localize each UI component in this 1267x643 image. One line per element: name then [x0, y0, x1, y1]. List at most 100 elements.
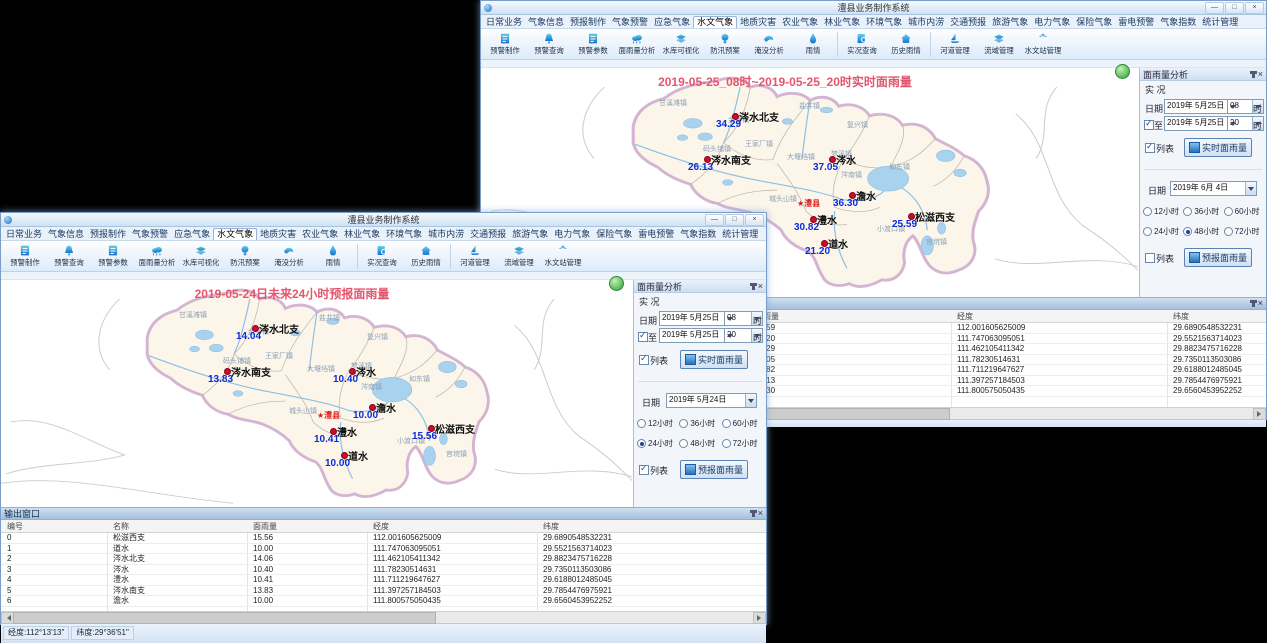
toolbar-button-雨情[interactable]: 雨情: [791, 32, 835, 56]
table-row[interactable]: 3涔水10.40111.7823051463129.7350113503086: [1, 565, 766, 576]
menu-tab-保险气象[interactable]: 保险气象: [593, 229, 635, 240]
menu-tab-统计管理[interactable]: 统计管理: [1199, 17, 1241, 28]
toolbar-button-防汛预案[interactable]: 防汛预案: [703, 32, 747, 56]
duration-radio-60小时[interactable]: 60小时: [1224, 206, 1264, 217]
menu-tab-环境气象[interactable]: 环境气象: [383, 229, 425, 240]
toolbar-button-预警参数[interactable]: 预警参数: [91, 244, 135, 268]
toolbar-button-预警查询[interactable]: 预警查询: [527, 32, 571, 56]
scroll-right-arrow[interactable]: [753, 612, 766, 624]
pin-icon[interactable]: [752, 283, 755, 290]
toolbar-button-河道管理[interactable]: 河道管理: [453, 244, 497, 268]
table-row[interactable]: 6澹水10.00111.80057505043529.6560453952252: [1, 596, 766, 607]
list-checkbox-live[interactable]: [1145, 143, 1155, 153]
minimize-button[interactable]: —: [705, 214, 724, 226]
to-checkbox[interactable]: [1144, 120, 1154, 130]
maximize-button[interactable]: □: [1225, 2, 1244, 14]
maximize-button[interactable]: □: [725, 214, 744, 226]
toolbar-button-河道管理[interactable]: 河道管理: [933, 32, 977, 56]
toolbar-button-实况查询[interactable]: 实况查询: [360, 244, 404, 268]
menu-tab-日常业务[interactable]: 日常业务: [483, 17, 525, 28]
menu-tab-应急气象[interactable]: 应急气象: [651, 17, 693, 28]
menu-tab-统计管理[interactable]: 统计管理: [719, 229, 761, 240]
menu-tab-城市内涝[interactable]: 城市内涝: [905, 17, 947, 28]
menu-tab-水文气象[interactable]: 水文气象: [693, 16, 737, 28]
duration-radio-24小时[interactable]: 24小时: [637, 438, 679, 449]
list-checkbox-forecast[interactable]: [1145, 253, 1155, 263]
menu-tab-地质灾害[interactable]: 地质灾害: [737, 17, 779, 28]
toolbar-button-淹没分析[interactable]: 淹没分析: [267, 244, 311, 268]
duration-radio-36小时[interactable]: 36小时: [1183, 206, 1223, 217]
toolbar-button-面雨量分析[interactable]: 面雨量分析: [135, 244, 179, 268]
forecast-areal-rain-button[interactable]: 预报面雨量: [1184, 248, 1252, 267]
toolbar-button-防汛预案[interactable]: 防汛预案: [223, 244, 267, 268]
menu-tab-电力气象[interactable]: 电力气象: [1031, 17, 1073, 28]
forecast-date-combo[interactable]: 2019年 5月24日: [666, 393, 757, 408]
menu-tab-气象信息[interactable]: 气象信息: [525, 17, 567, 28]
panel-close-icon[interactable]: ×: [1258, 70, 1263, 79]
toolbar-button-预警查询[interactable]: 预警查询: [47, 244, 91, 268]
toolbar-button-面雨量分析[interactable]: 面雨量分析: [615, 32, 659, 56]
title-bar[interactable]: 澧县业务制作系统 — □ ×: [1, 213, 766, 227]
menu-tab-保险气象[interactable]: 保险气象: [1073, 17, 1115, 28]
menu-tab-预报制作[interactable]: 预报制作: [567, 17, 609, 28]
toolbar-button-预警制作[interactable]: 预警制作: [483, 32, 527, 56]
menu-tab-地质灾害[interactable]: 地质灾害: [257, 229, 299, 240]
menu-tab-气象信息[interactable]: 气象信息: [45, 229, 87, 240]
scroll-right-arrow[interactable]: [1253, 408, 1266, 420]
toolbar-button-淹没分析[interactable]: 淹没分析: [747, 32, 791, 56]
toolbar-button-雨情[interactable]: 雨情: [311, 244, 355, 268]
menu-tab-应急气象[interactable]: 应急气象: [171, 229, 213, 240]
menu-tab-林业气象[interactable]: 林业气象: [341, 229, 383, 240]
scrollbar-thumb[interactable]: [13, 612, 436, 624]
to-checkbox[interactable]: [638, 332, 648, 342]
menu-tab-日常业务[interactable]: 日常业务: [3, 229, 45, 240]
toolbar-button-实况查询[interactable]: 实况查询: [840, 32, 884, 56]
toolbar-button-流域管理[interactable]: 流域管理: [977, 32, 1021, 56]
toolbar-button-历史雨情[interactable]: 历史雨情: [884, 32, 928, 56]
menu-tab-交通预报[interactable]: 交通预报: [467, 229, 509, 240]
table-row[interactable]: 4澧水10.41111.71121964762729.6188012485045: [1, 575, 766, 586]
duration-radio-48小时[interactable]: 48小时: [679, 438, 721, 449]
toolbar-button-水库可视化[interactable]: 水库可视化: [659, 32, 703, 56]
toolbar-button-流域管理[interactable]: 流域管理: [497, 244, 541, 268]
toolbar-button-预警制作[interactable]: 预警制作: [3, 244, 47, 268]
duration-radio-72小时[interactable]: 72小时: [722, 438, 764, 449]
table-row[interactable]: 1道水10.00111.74706309505129.5521563714023: [1, 544, 766, 555]
list-checkbox-forecast[interactable]: [639, 465, 649, 475]
duration-radio-72小时[interactable]: 72小时: [1224, 226, 1264, 237]
close-button[interactable]: ×: [1245, 2, 1264, 14]
duration-radio-36小时[interactable]: 36小时: [679, 418, 721, 429]
horizontal-scrollbar[interactable]: [1, 611, 766, 623]
live-areal-rain-button[interactable]: 实时面雨量: [680, 350, 748, 369]
pin-icon[interactable]: [752, 510, 755, 517]
menu-tab-雷电预警[interactable]: 雷电预警: [635, 229, 677, 240]
forecast-date-combo[interactable]: 2019年 6月 4日: [1170, 181, 1257, 196]
menu-tab-雷电预警[interactable]: 雷电预警: [1115, 17, 1157, 28]
close-button[interactable]: ×: [745, 214, 764, 226]
duration-radio-48小时[interactable]: 48小时: [1183, 226, 1223, 237]
menu-tab-气象预警[interactable]: 气象预警: [129, 229, 171, 240]
title-bar[interactable]: 澧县业务制作系统 — □ ×: [481, 1, 1266, 15]
menu-tab-交通预报[interactable]: 交通预报: [947, 17, 989, 28]
menu-tab-水文气象[interactable]: 水文气象: [213, 228, 257, 240]
live-areal-rain-button[interactable]: 实时面雨量: [1184, 138, 1252, 157]
toolbar-button-水库可视化[interactable]: 水库可视化: [179, 244, 223, 268]
forecast-areal-rain-button[interactable]: 预报面雨量: [680, 460, 748, 479]
toolbar-button-水文站管理[interactable]: 水文站管理: [541, 244, 585, 268]
toolbar-button-预警参数[interactable]: 预警参数: [571, 32, 615, 56]
pin-icon[interactable]: [1252, 71, 1255, 78]
list-checkbox-live[interactable]: [639, 355, 649, 365]
duration-radio-12小时[interactable]: 12小时: [1143, 206, 1183, 217]
pin-icon[interactable]: [1252, 300, 1255, 307]
menu-tab-旅游气象[interactable]: 旅游气象: [509, 229, 551, 240]
toolbar-button-历史雨情[interactable]: 历史雨情: [404, 244, 448, 268]
panel-close-icon[interactable]: ×: [758, 282, 763, 291]
minimize-button[interactable]: —: [1205, 2, 1224, 14]
map-refresh-button[interactable]: [1115, 64, 1130, 79]
menu-tab-气象指数[interactable]: 气象指数: [1157, 17, 1199, 28]
menu-tab-电力气象[interactable]: 电力气象: [551, 229, 593, 240]
menu-tab-城市内涝[interactable]: 城市内涝: [425, 229, 467, 240]
menu-tab-环境气象[interactable]: 环境气象: [863, 17, 905, 28]
panel-close-icon[interactable]: ×: [758, 509, 763, 518]
menu-tab-旅游气象[interactable]: 旅游气象: [989, 17, 1031, 28]
